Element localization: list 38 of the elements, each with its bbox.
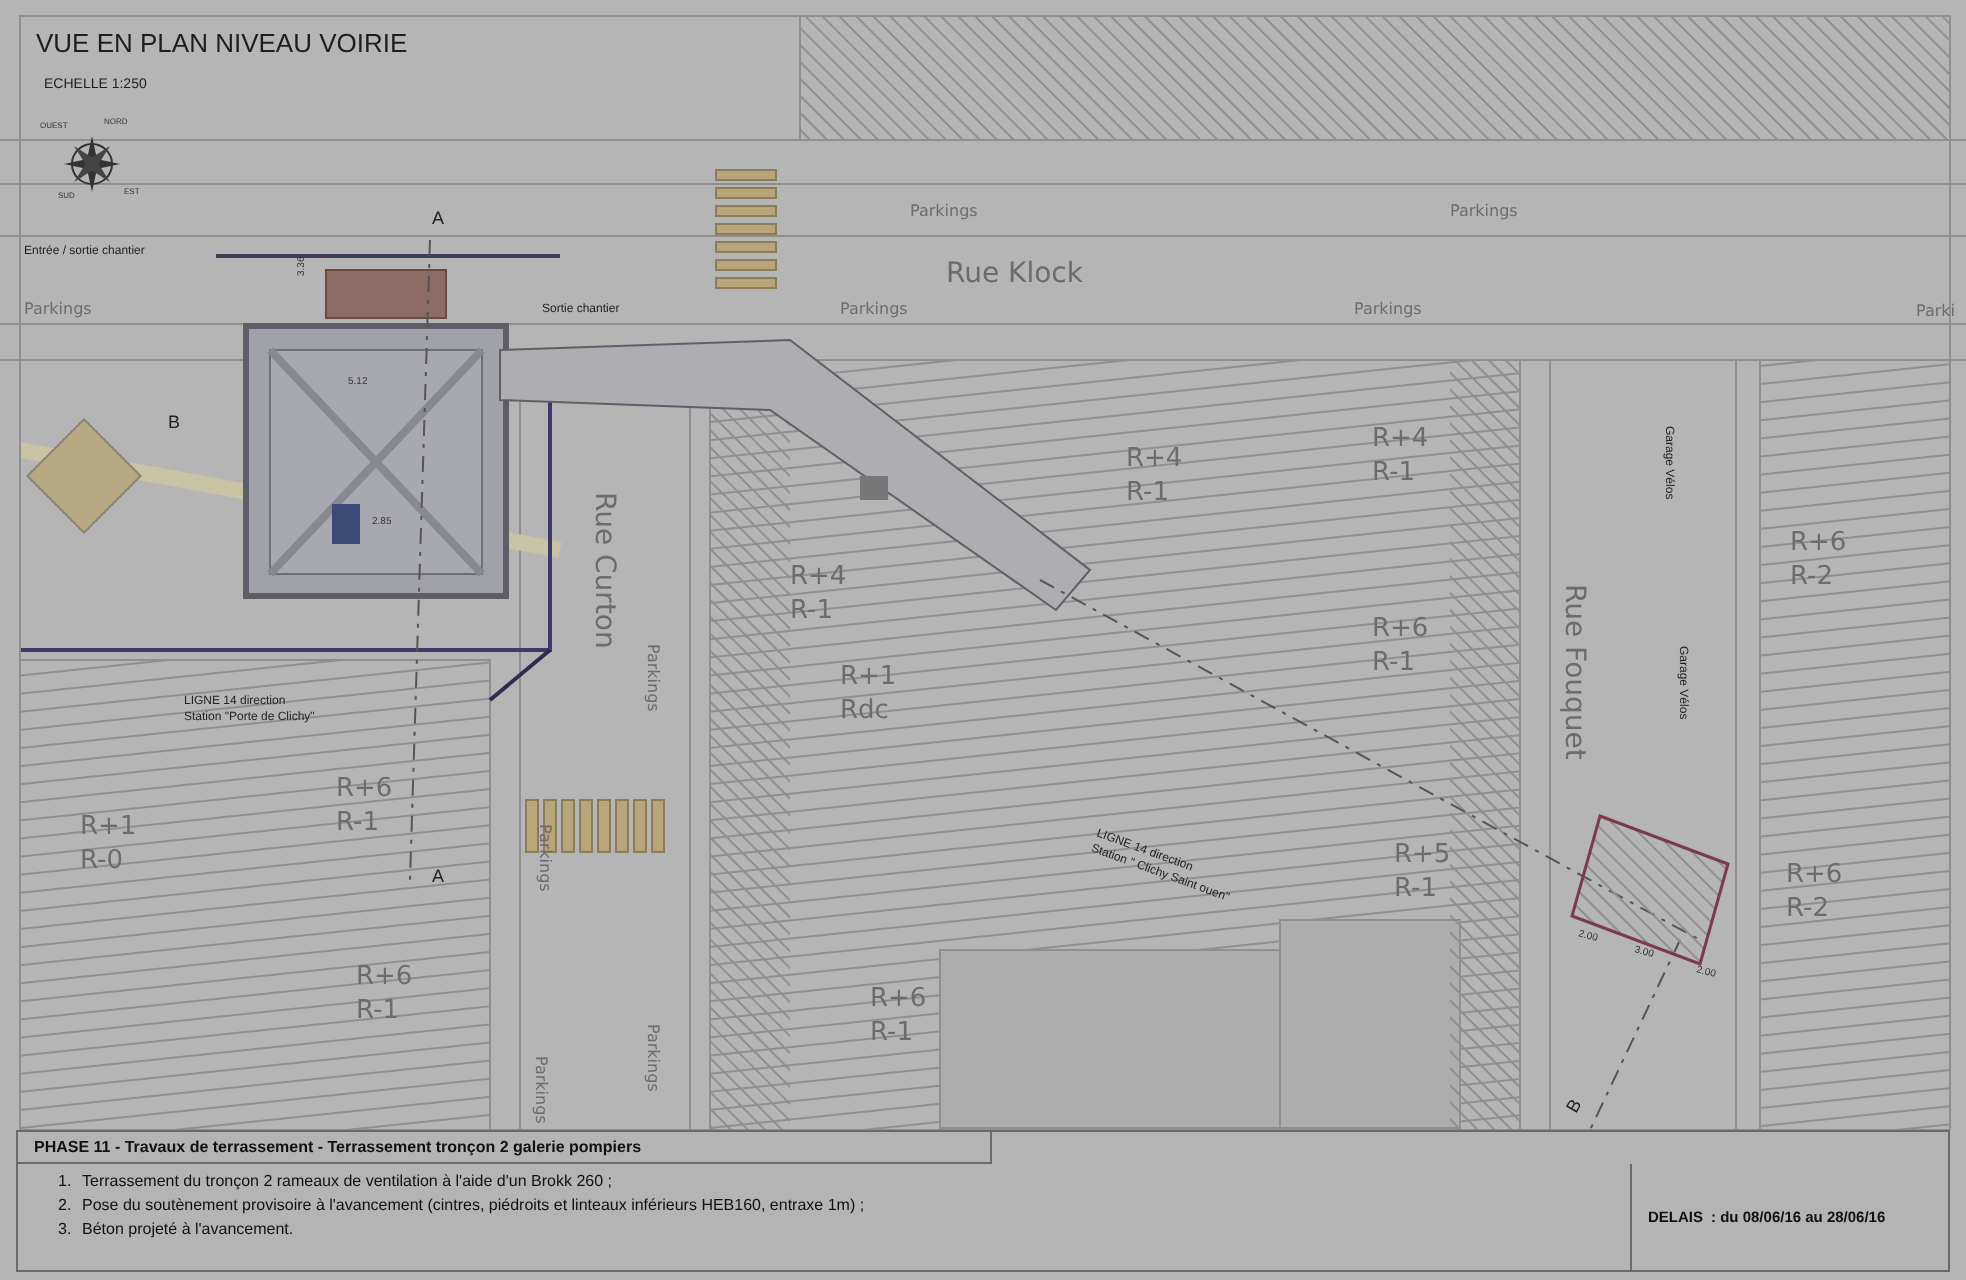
phase-step: Pose du soutènement provisoire à l'avancement (cintres, piédroits et linteaux inférieurs HEB160, entraxe 1m) ; (82, 1196, 865, 1214)
parking-label: Parkings (532, 1056, 550, 1124)
parking-label: Parkings (24, 300, 92, 318)
building-label: R+6 R-1 (336, 774, 393, 838)
building-label: R+4 R-1 (1126, 444, 1183, 508)
drawing-title: VUE EN PLAN NIVEAU VOIRIE (36, 28, 408, 58)
section-mark: B (1562, 1095, 1586, 1116)
parking-label: Parkings (840, 300, 908, 318)
parking-label: Parki (1916, 302, 1956, 320)
section-mark: A (432, 866, 445, 886)
parking-label: Parkings (910, 202, 978, 220)
building-label: R+4 R-1 (790, 562, 847, 626)
building-label: R+1 R-0 (80, 812, 137, 876)
building-label: R+5 R-1 (1394, 840, 1451, 904)
parking-label: Parkings (1354, 300, 1422, 318)
street-name: Rue Klock (946, 258, 1083, 290)
building-label: R+6 R-1 (870, 984, 927, 1048)
compass-rose-icon (64, 136, 120, 192)
section-mark: B (168, 412, 181, 432)
step-number: 3. (58, 1218, 74, 1242)
parking-label: Parkings (536, 824, 554, 892)
street-name: Rue Fouquet (1558, 584, 1590, 760)
phase-step: Béton projeté à l'avancement. (82, 1220, 294, 1238)
building-label: R+6 R-1 (1372, 614, 1429, 678)
building-label: R+4 R-1 (1372, 424, 1429, 488)
phase-heading: PHASE 11 - Travaux de terrassement - Terrassement tronçon 2 galerie pompiers (18, 1132, 992, 1164)
building-label: R+6 R-2 (1786, 860, 1843, 924)
step-number: 1. (58, 1170, 74, 1194)
street-name: Rue Curton (588, 492, 620, 649)
building-label: R+6 R-1 (356, 962, 413, 1026)
phase-step: Terrassement du tronçon 2 rameaux de ventilation à l'aide d'un Brokk 260 ; (82, 1172, 612, 1190)
building-label: R+6 R-2 (1790, 528, 1847, 592)
step-number: 2. (58, 1194, 74, 1218)
building-label: R+1 Rdc (840, 662, 897, 726)
parking-label: Parkings (644, 1024, 662, 1092)
parking-label: Parkings (644, 644, 662, 712)
parking-label: Parkings (1450, 202, 1518, 220)
section-mark: A (432, 208, 445, 228)
